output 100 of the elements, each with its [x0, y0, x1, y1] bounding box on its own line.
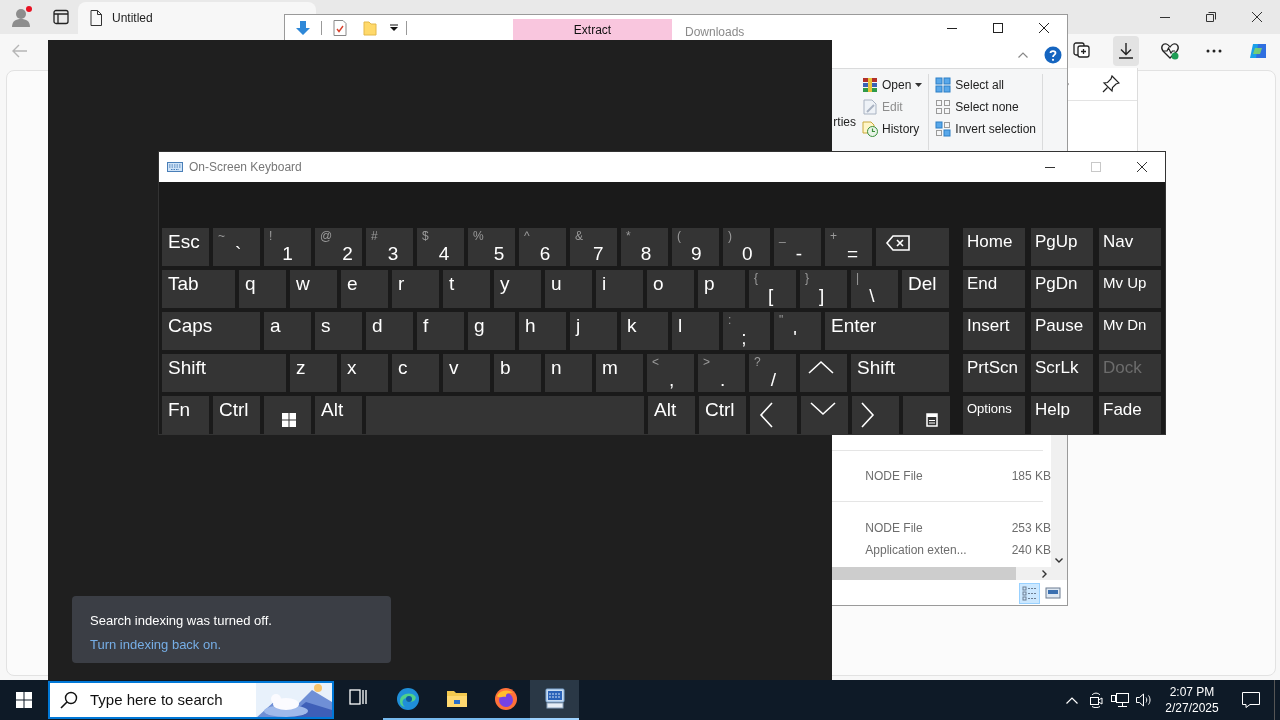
key[interactable]: [852, 396, 899, 434]
key[interactable]: # 3: [366, 228, 413, 266]
ribbon-item[interactable]: Select none: [933, 96, 1039, 118]
key[interactable]: p: [698, 270, 745, 308]
key[interactable]: u: [545, 270, 592, 308]
ribbon-item[interactable]: Invert selection: [933, 118, 1039, 140]
key[interactable]: _ -: [774, 228, 821, 266]
ribbon-item[interactable]: Select all: [933, 74, 1039, 96]
key[interactable]: Shift: [162, 354, 286, 392]
key[interactable]: n: [545, 354, 592, 392]
key[interactable]: Ctrl: [699, 396, 746, 434]
key[interactable]: d: [366, 312, 413, 350]
key[interactable]: Pause: [1031, 312, 1093, 350]
key[interactable]: Mv Dn: [1099, 312, 1161, 350]
key[interactable]: l: [672, 312, 719, 350]
search-field[interactable]: Type here to search: [88, 687, 246, 713]
key[interactable]: y: [494, 270, 541, 308]
key[interactable]: [903, 396, 950, 434]
key[interactable]: " ': [774, 312, 821, 350]
key[interactable]: Fn: [162, 396, 209, 434]
key[interactable]: f: [417, 312, 464, 350]
browser-tab[interactable]: Untitled: [78, 2, 316, 34]
notification-link[interactable]: Turn indexing back on.: [90, 634, 222, 654]
key[interactable]: ScrLk: [1031, 354, 1093, 392]
key[interactable]: ) 0: [723, 228, 770, 266]
key[interactable]: | \: [851, 270, 898, 308]
key[interactable]: ! 1: [264, 228, 311, 266]
key[interactable]: Tab: [162, 270, 235, 308]
key[interactable]: ? /: [749, 354, 796, 392]
key[interactable]: PgDn: [1031, 270, 1093, 308]
key[interactable]: a: [264, 312, 311, 350]
key[interactable]: Esc: [162, 228, 209, 266]
key[interactable]: r: [392, 270, 439, 308]
key[interactable]: { [: [749, 270, 796, 308]
key[interactable]: + =: [825, 228, 872, 266]
key[interactable]: End: [963, 270, 1025, 308]
key[interactable]: < ,: [647, 354, 694, 392]
key[interactable]: h: [519, 312, 566, 350]
key[interactable]: Alt: [648, 396, 695, 434]
scrollbar[interactable]: [831, 567, 1067, 580]
key[interactable]: Del: [902, 270, 949, 308]
key[interactable]: : ;: [723, 312, 770, 350]
key[interactable]: q: [239, 270, 286, 308]
ribbon-item[interactable]: History: [859, 118, 925, 140]
key[interactable]: % 5: [468, 228, 515, 266]
avatar-icon[interactable]: [10, 5, 34, 29]
clock[interactable]: 2:07 PM 2/27/2025: [1156, 680, 1228, 720]
key[interactable]: PgUp: [1031, 228, 1093, 266]
key[interactable]: x: [341, 354, 388, 392]
browser-icon: [395, 687, 420, 711]
key[interactable]: Fade: [1099, 396, 1161, 434]
details-view-icon: [1021, 585, 1038, 601]
key[interactable]: } ]: [800, 270, 847, 308]
key[interactable]: t: [443, 270, 490, 308]
key[interactable]: & 7: [570, 228, 617, 266]
key[interactable]: Options: [963, 396, 1025, 434]
tab-actions-icon[interactable]: [53, 9, 69, 25]
taskbar-app-button[interactable]: [530, 680, 579, 720]
key[interactable]: w: [290, 270, 337, 308]
search-box[interactable]: Type here to search: [48, 681, 334, 719]
key[interactable]: PrtScn: [963, 354, 1025, 392]
key[interactable]: c: [392, 354, 439, 392]
key[interactable]: > .: [698, 354, 745, 392]
key[interactable]: @ 2: [315, 228, 362, 266]
key[interactable]: $ 4: [417, 228, 464, 266]
key[interactable]: j: [570, 312, 617, 350]
key[interactable]: ( 9: [672, 228, 719, 266]
key[interactable]: [750, 396, 797, 434]
key[interactable]: Mv Up: [1099, 270, 1161, 308]
key[interactable]: i: [596, 270, 643, 308]
key[interactable]: Help: [1031, 396, 1093, 434]
key[interactable]: g: [468, 312, 515, 350]
key[interactable]: Ctrl: [213, 396, 260, 434]
key[interactable]: [801, 396, 848, 434]
key[interactable]: m: [596, 354, 643, 392]
key[interactable]: s: [315, 312, 362, 350]
key[interactable]: Shift: [851, 354, 949, 392]
key[interactable]: Nav: [1099, 228, 1161, 266]
key[interactable]: [264, 396, 311, 434]
key[interactable]: z: [290, 354, 337, 392]
key[interactable]: k: [621, 312, 668, 350]
key[interactable]: Enter: [825, 312, 949, 350]
ribbon-item[interactable]: Open: [859, 74, 925, 96]
toolbar-button[interactable]: [1113, 36, 1139, 66]
key[interactable]: * 8: [621, 228, 668, 266]
key[interactable]: Caps: [162, 312, 260, 350]
key[interactable]: o: [647, 270, 694, 308]
key[interactable]: b: [494, 354, 541, 392]
key[interactable]: ~ `: [213, 228, 260, 266]
ribbon-tab[interactable]: Extract: [513, 19, 672, 41]
key[interactable]: [876, 228, 949, 266]
key[interactable]: Insert: [963, 312, 1025, 350]
key[interactable]: v: [443, 354, 490, 392]
key[interactable]: ^ 6: [519, 228, 566, 266]
scrollbar[interactable]: [1051, 435, 1067, 567]
key[interactable]: [800, 354, 847, 392]
key[interactable]: e: [341, 270, 388, 308]
key[interactable]: Alt: [315, 396, 362, 434]
view-button[interactable]: [1019, 582, 1040, 604]
key[interactable]: Home: [963, 228, 1025, 266]
